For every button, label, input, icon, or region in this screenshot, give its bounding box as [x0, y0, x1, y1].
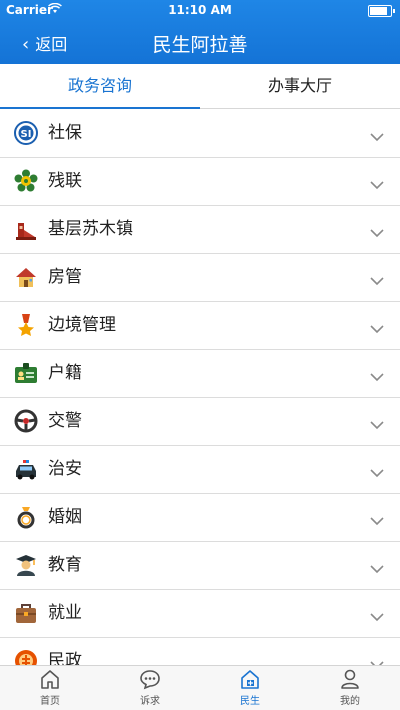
- segment-tabs: 政务咨询 办事大厅: [0, 64, 400, 109]
- list-item-housing[interactable]: 房管: [0, 254, 400, 302]
- item-label: 治安: [48, 459, 82, 479]
- battery-icon: [368, 5, 395, 17]
- ring-icon: [14, 505, 38, 529]
- chevron-down-icon: [370, 655, 384, 666]
- chevron-down-icon: [370, 511, 384, 526]
- item-label: 交警: [48, 411, 82, 431]
- list-item-employment[interactable]: 就业: [0, 590, 400, 638]
- list-item-public-security[interactable]: 治安: [0, 446, 400, 494]
- house-icon: [14, 265, 38, 289]
- profile-icon: [300, 668, 400, 690]
- chevron-down-icon: [370, 271, 384, 286]
- chat-icon: [100, 668, 200, 690]
- tabbar-home[interactable]: 首页: [0, 668, 100, 707]
- list-item-civil-affairs[interactable]: 民政: [0, 638, 400, 666]
- back-label: 返回: [35, 35, 68, 54]
- tab-service-hall[interactable]: 办事大厅: [200, 64, 400, 108]
- item-label: 民政: [48, 651, 82, 666]
- chevron-down-icon: [370, 559, 384, 574]
- item-label: 就业: [48, 603, 82, 623]
- item-label: 残联: [48, 171, 82, 191]
- item-label: 社保: [48, 123, 82, 143]
- tabbar-appeal[interactable]: 诉求: [100, 668, 200, 707]
- item-label: 房管: [48, 267, 82, 287]
- township-icon: [14, 217, 38, 241]
- item-label: 户籍: [48, 363, 82, 383]
- chevron-left-icon: ‹: [22, 34, 30, 55]
- id-card-icon: [14, 361, 38, 385]
- item-label: 婚姻: [48, 507, 82, 527]
- chevron-down-icon: [370, 415, 384, 430]
- status-time: 11:10 AM: [168, 3, 232, 17]
- home-icon: [0, 668, 100, 690]
- app-header: Carrier 11:10 AM ‹ 返回 民生阿拉善: [0, 0, 400, 64]
- list-item-social-security[interactable]: SI 社保: [0, 110, 400, 158]
- social-security-icon: SI: [14, 121, 38, 145]
- steering-wheel-icon: [14, 409, 38, 433]
- civil-affairs-icon: [14, 649, 38, 666]
- svg-text:SI: SI: [21, 129, 32, 140]
- briefcase-icon: [14, 601, 38, 625]
- list-item-township[interactable]: 基层苏木镇: [0, 206, 400, 254]
- tab-consult[interactable]: 政务咨询: [0, 64, 200, 108]
- livelihood-icon: [200, 668, 300, 690]
- list-item-education[interactable]: 教育: [0, 542, 400, 590]
- list-item-traffic-police[interactable]: 交警: [0, 398, 400, 446]
- back-button[interactable]: ‹ 返回: [22, 31, 67, 55]
- list-item-border-management[interactable]: 边境管理: [0, 302, 400, 350]
- police-car-icon: [14, 457, 38, 481]
- list-item-disabled-federation[interactable]: 残联: [0, 158, 400, 206]
- category-list: SI 社保 残联 基层苏木镇 房管 边境管理 户籍 交警 治安 婚姻 教育 就业…: [0, 110, 400, 666]
- tabbar-label: 我的: [340, 696, 360, 707]
- list-item-marriage[interactable]: 婚姻: [0, 494, 400, 542]
- active-tab-indicator: [0, 107, 200, 109]
- tabbar-label: 诉求: [140, 696, 160, 707]
- chevron-down-icon: [370, 223, 384, 238]
- tabbar-label: 首页: [40, 696, 60, 707]
- tabbar-mine[interactable]: 我的: [300, 668, 400, 707]
- item-label: 边境管理: [48, 315, 116, 335]
- disabled-federation-icon: [14, 169, 38, 193]
- chevron-down-icon: [370, 607, 384, 622]
- item-label: 基层苏木镇: [48, 219, 133, 239]
- border-medal-icon: [14, 313, 38, 337]
- tabbar-livelihood[interactable]: 民生: [200, 668, 300, 707]
- chevron-down-icon: [370, 127, 384, 142]
- chevron-down-icon: [370, 367, 384, 382]
- nav-bar: ‹ 返回 民生阿拉善: [0, 20, 400, 64]
- chevron-down-icon: [370, 175, 384, 190]
- item-label: 教育: [48, 555, 82, 575]
- bottom-tab-bar: 首页 诉求 民生 我的: [0, 665, 400, 710]
- status-bar: Carrier 11:10 AM: [0, 0, 400, 20]
- list-item-household-register[interactable]: 户籍: [0, 350, 400, 398]
- tabbar-label: 民生: [240, 696, 260, 707]
- chevron-down-icon: [370, 463, 384, 478]
- graduate-icon: [14, 553, 38, 577]
- chevron-down-icon: [370, 319, 384, 334]
